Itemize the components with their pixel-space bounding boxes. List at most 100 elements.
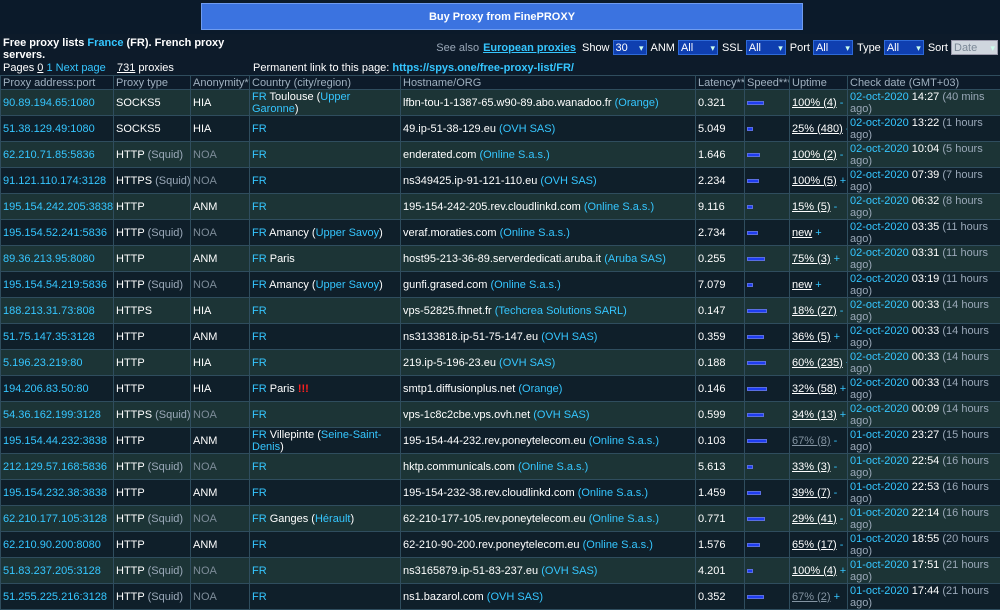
port-select[interactable]: All bbox=[813, 40, 853, 55]
uptime-link[interactable]: 39% (7) bbox=[792, 487, 831, 499]
sort-select[interactable]: Date bbox=[951, 40, 998, 55]
uptime-link[interactable]: 67% (8) bbox=[792, 435, 831, 447]
uptime-link[interactable]: 65% (17) bbox=[792, 539, 837, 551]
proxy-address-link[interactable]: 5.196.23.219:80 bbox=[3, 357, 83, 369]
country-code-link[interactable]: FR bbox=[252, 591, 267, 603]
uptime-link[interactable]: 18% (27) bbox=[792, 305, 837, 317]
show-select[interactable]: 30 bbox=[613, 40, 647, 55]
buy-proxy-button[interactable]: Buy Proxy from FinePROXY bbox=[201, 3, 803, 30]
proxy-address-link[interactable]: 62.210.90.200:8080 bbox=[3, 539, 101, 551]
proxy-address-link[interactable]: 62.210.71.85:5836 bbox=[3, 149, 95, 161]
proxy-address-link[interactable]: 195.154.52.241:5836 bbox=[3, 227, 107, 239]
ssl-select[interactable]: All bbox=[746, 40, 786, 55]
country-code-link[interactable]: FR bbox=[252, 227, 267, 239]
country-code-link[interactable]: FR bbox=[252, 565, 267, 577]
uptime-link[interactable]: 34% (13) bbox=[792, 409, 837, 421]
org-link[interactable]: (OVH SAS) bbox=[541, 565, 597, 577]
uptime-link[interactable]: 15% (5) bbox=[792, 201, 831, 213]
org-link[interactable]: (Online S.a.s.) bbox=[500, 227, 570, 239]
uptime-link[interactable]: 100% (4) bbox=[792, 97, 837, 109]
uptime-link[interactable]: 36% (5) bbox=[792, 331, 831, 343]
org-link[interactable]: (OVH SAS) bbox=[540, 175, 596, 187]
proxy-address-link[interactable]: 51.83.237.205:3128 bbox=[3, 565, 101, 577]
proxy-address-link[interactable]: 195.154.44.232:3838 bbox=[3, 435, 107, 447]
uptime-link[interactable]: 100% (5) bbox=[792, 175, 837, 187]
country-code-link[interactable]: FR bbox=[252, 357, 267, 369]
anonymity-value: NOA bbox=[193, 591, 217, 603]
proxy-type-squid: (Squid) bbox=[145, 513, 184, 525]
proxy-address-link[interactable]: 212.129.57.168:5836 bbox=[3, 461, 107, 473]
country-code-link[interactable]: FR bbox=[252, 305, 267, 317]
uptime-link[interactable]: 60% (235) bbox=[792, 357, 843, 369]
org-link[interactable]: (OVH SAS) bbox=[499, 357, 555, 369]
org-link[interactable]: (Online S.a.s.) bbox=[584, 201, 654, 213]
uptime-link[interactable]: 100% (2) bbox=[792, 149, 837, 161]
page-1-link[interactable]: 1 bbox=[46, 62, 52, 74]
uptime-link[interactable]: 25% (480) bbox=[792, 123, 843, 135]
country-code-link[interactable]: FR bbox=[252, 383, 267, 395]
country-code-link[interactable]: FR bbox=[252, 253, 267, 265]
country-code-link[interactable]: FR bbox=[252, 487, 267, 499]
org-link[interactable]: (Online S.a.s.) bbox=[578, 487, 648, 499]
uptime-link[interactable]: new bbox=[792, 227, 812, 239]
country-code-link[interactable]: FR bbox=[252, 201, 267, 213]
anm-select[interactable]: All bbox=[678, 40, 718, 55]
proxy-address-link[interactable]: 194.206.83.50:80 bbox=[3, 383, 89, 395]
org-link[interactable]: (Online S.a.s.) bbox=[583, 539, 653, 551]
proxy-address-link[interactable]: 62.210.177.105:3128 bbox=[3, 513, 107, 525]
org-link[interactable]: (Online S.a.s.) bbox=[490, 279, 560, 291]
uptime-link[interactable]: 100% (4) bbox=[792, 565, 837, 577]
proxy-address-link[interactable]: 91.121.110.174:3128 bbox=[3, 175, 106, 187]
region-link[interactable]: Upper Savoy bbox=[316, 279, 380, 291]
uptime-link[interactable]: 67% (2) bbox=[792, 591, 831, 603]
proxy-address-link[interactable]: 188.213.31.73:808 bbox=[3, 305, 95, 317]
country-code-link[interactable]: FR bbox=[252, 513, 267, 525]
uptime-link[interactable]: 32% (58) bbox=[792, 383, 837, 395]
country-link[interactable]: France bbox=[87, 37, 123, 49]
org-link[interactable]: (Orange) bbox=[615, 97, 659, 109]
next-page-link[interactable]: Next page bbox=[56, 62, 106, 74]
country-code-link[interactable]: FR bbox=[252, 539, 267, 551]
org-link[interactable]: (OVH SAS) bbox=[499, 123, 555, 135]
region-link[interactable]: Upper Savoy bbox=[316, 227, 380, 239]
proxy-address-link[interactable]: 51.255.225.216:3128 bbox=[3, 591, 107, 603]
type-select[interactable]: All bbox=[884, 40, 924, 55]
uptime-link[interactable]: 75% (3) bbox=[792, 253, 831, 265]
proxy-address-link[interactable]: 195.154.242.205:3838 bbox=[3, 201, 113, 213]
proxy-address-link[interactable]: 195.154.54.219:5836 bbox=[3, 279, 107, 291]
org-link[interactable]: (Online S.a.s.) bbox=[589, 435, 659, 447]
org-link[interactable]: (OVH SAS) bbox=[541, 331, 597, 343]
uptime-link[interactable]: new bbox=[792, 279, 812, 291]
org-link[interactable]: (Techcrea Solutions SARL) bbox=[495, 305, 627, 317]
uptime-link[interactable]: 29% (41) bbox=[792, 513, 837, 525]
uptime-link[interactable]: 33% (3) bbox=[792, 461, 831, 473]
proxy-address-link[interactable]: 51.75.147.35:3128 bbox=[3, 331, 95, 343]
country-code-link[interactable]: FR bbox=[252, 279, 267, 291]
org-link[interactable]: (Online S.a.s.) bbox=[589, 513, 659, 525]
proxy-count-number[interactable]: 731 bbox=[117, 62, 135, 74]
perm-url-link[interactable]: https://spys.one/free-proxy-list/FR/ bbox=[392, 62, 574, 74]
org-link[interactable]: (OVH SAS) bbox=[487, 591, 543, 603]
proxy-address-link[interactable]: 54.36.162.199:3128 bbox=[3, 409, 101, 421]
country-code-link[interactable]: FR bbox=[252, 331, 267, 343]
european-proxies-link[interactable]: European proxies bbox=[483, 42, 576, 54]
country-code-link[interactable]: FR bbox=[252, 409, 267, 421]
page-0-link[interactable]: 0 bbox=[37, 62, 43, 74]
proxy-address-cell: 91.121.110.174:3128 bbox=[1, 168, 114, 194]
country-code-link[interactable]: FR bbox=[252, 149, 267, 161]
country-code-link[interactable]: FR bbox=[252, 123, 267, 135]
org-link[interactable]: (Online S.a.s.) bbox=[479, 149, 549, 161]
country-code-link[interactable]: FR bbox=[252, 461, 267, 473]
proxy-address-link[interactable]: 51.38.129.49:1080 bbox=[3, 123, 95, 135]
proxy-address-link[interactable]: 90.89.194.65:1080 bbox=[3, 97, 95, 109]
proxy-address-link[interactable]: 195.154.232.38:3838 bbox=[3, 487, 107, 499]
org-link[interactable]: (Orange) bbox=[518, 383, 562, 395]
country-code-link[interactable]: FR bbox=[252, 429, 267, 441]
region-link[interactable]: Hérault bbox=[315, 513, 350, 525]
country-code-link[interactable]: FR bbox=[252, 175, 267, 187]
country-code-link[interactable]: FR bbox=[252, 91, 267, 103]
org-link[interactable]: (Aruba SAS) bbox=[604, 253, 666, 265]
org-link[interactable]: (Online S.a.s.) bbox=[518, 461, 588, 473]
proxy-address-link[interactable]: 89.36.213.95:8080 bbox=[3, 253, 95, 265]
org-link[interactable]: (OVH SAS) bbox=[533, 409, 589, 421]
